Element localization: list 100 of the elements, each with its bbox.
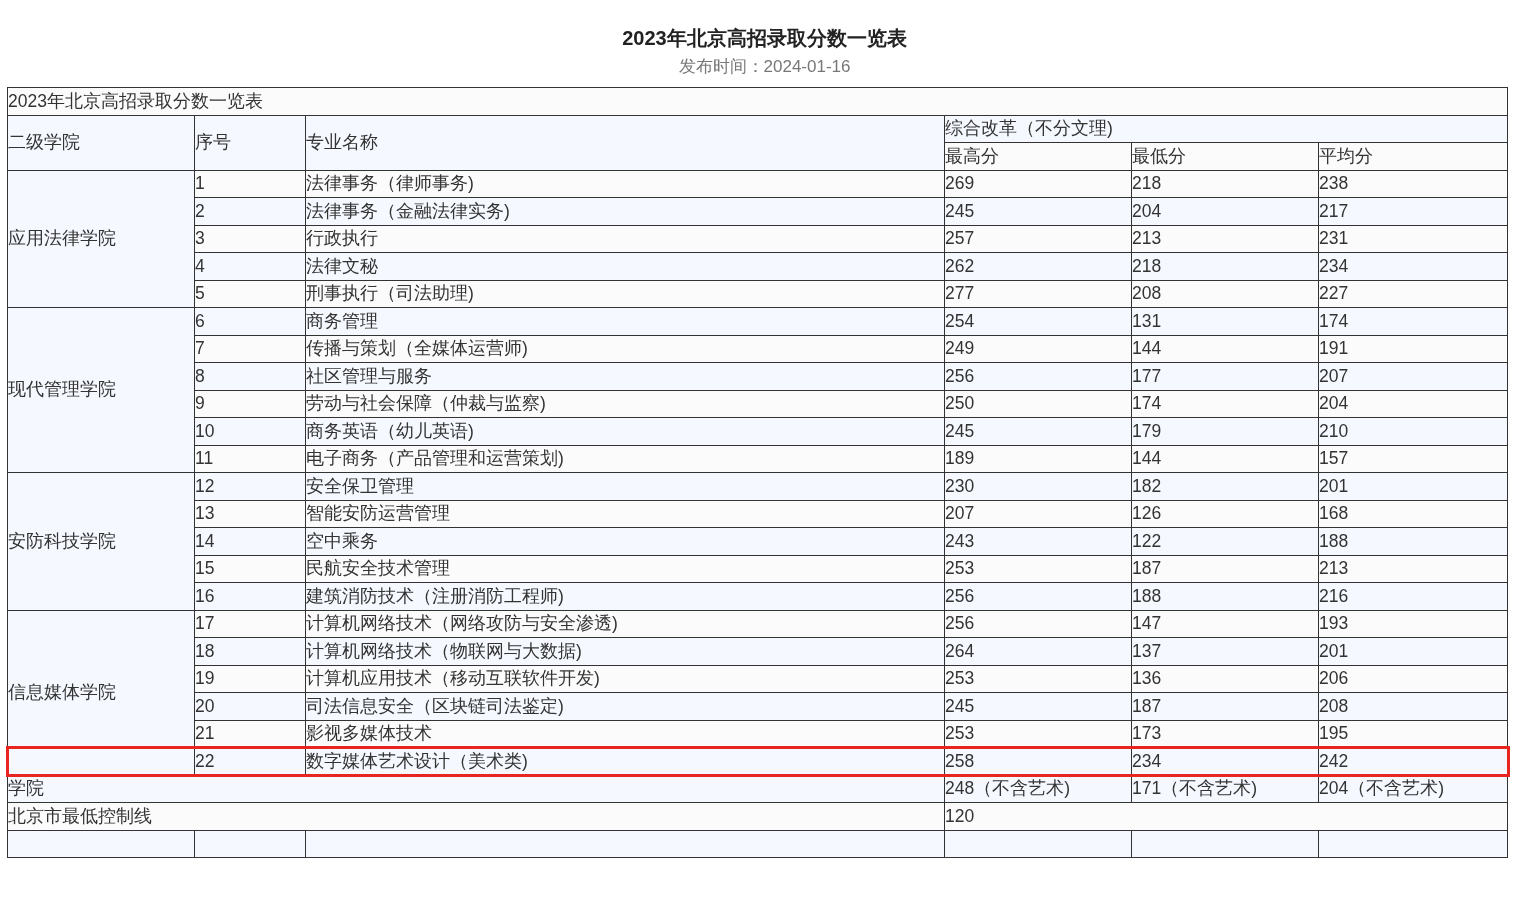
major-cell: 行政执行 — [305, 225, 945, 253]
score-cell: 204 — [1131, 197, 1319, 225]
score-cell: 207 — [1318, 362, 1508, 390]
score-cell: 231 — [1318, 225, 1508, 253]
score-cell: 201 — [1318, 472, 1508, 500]
college-cell: 安防科技学院 — [7, 472, 195, 610]
score-cell: 210 — [1318, 417, 1508, 445]
score-cell: 168 — [1318, 500, 1508, 528]
page-title: 2023年北京高招录取分数一览表 — [622, 26, 907, 51]
score-cell: 182 — [1131, 472, 1319, 500]
column-header: 平均分 — [1318, 142, 1508, 170]
score-cell: 147 — [1131, 610, 1319, 638]
major-cell: 法律事务（金融法律实务) — [305, 197, 945, 225]
score-cell: 269 — [944, 170, 1132, 198]
score-cell: 191 — [1318, 335, 1508, 363]
score-cell: 174 — [1318, 307, 1508, 335]
number-cell: 12 — [194, 472, 306, 500]
major-cell: 法律文秘 — [305, 252, 945, 280]
score-cell: 256 — [944, 582, 1132, 610]
score-cell: 249 — [944, 335, 1132, 363]
column-header: 专业名称 — [305, 115, 945, 170]
major-cell: 法律事务（律师事务) — [305, 170, 945, 198]
college-cell: 应用法律学院 — [7, 170, 195, 308]
score-cell: 217 — [1318, 197, 1508, 225]
score-cell: 238 — [1318, 170, 1508, 198]
score-cell: 243 — [944, 527, 1132, 555]
score-cell: 256 — [944, 362, 1132, 390]
score-cell: 126 — [1131, 500, 1319, 528]
score-cell: 207 — [944, 500, 1132, 528]
major-cell: 社区管理与服务 — [305, 362, 945, 390]
major-cell: 电子商务（产品管理和运营策划) — [305, 445, 945, 473]
number-cell: 19 — [194, 665, 306, 693]
score-cell: 245 — [944, 417, 1132, 445]
score-cell: 253 — [944, 665, 1132, 693]
major-cell: 数字媒体艺术设计（美术类) — [305, 747, 945, 775]
number-cell: 13 — [194, 500, 306, 528]
score-cell: 144 — [1131, 445, 1319, 473]
score-cell: 189 — [944, 445, 1132, 473]
column-header: 最高分 — [944, 142, 1132, 170]
major-cell: 司法信息安全（区块链司法鉴定) — [305, 692, 945, 720]
row-label: 北京市最低控制线 — [7, 802, 945, 830]
row-label: 学院 — [7, 775, 945, 803]
score-cell: 262 — [944, 252, 1132, 280]
score-cell: 137 — [1131, 637, 1319, 665]
number-cell: 20 — [194, 692, 306, 720]
score-cell: 122 — [1131, 527, 1319, 555]
number-cell: 17 — [194, 610, 306, 638]
score-cell: 187 — [1131, 692, 1319, 720]
score-cell: 216 — [1318, 582, 1508, 610]
score-cell: 157 — [1318, 445, 1508, 473]
score-cell: 131 — [1131, 307, 1319, 335]
college-cell: 信息媒体学院 — [7, 610, 195, 775]
score-cell: 218 — [1131, 170, 1319, 198]
major-cell: 商务管理 — [305, 307, 945, 335]
number-cell: 22 — [194, 747, 306, 775]
number-cell: 14 — [194, 527, 306, 555]
score-cell: 257 — [944, 225, 1132, 253]
major-cell: 空中乘务 — [305, 527, 945, 555]
score-cell: 250 — [944, 390, 1132, 418]
score-cell: 206 — [1318, 665, 1508, 693]
number-cell: 5 — [194, 280, 306, 308]
number-cell: 10 — [194, 417, 306, 445]
score-cell: 187 — [1131, 555, 1319, 583]
major-cell: 商务英语（幼儿英语) — [305, 417, 945, 445]
score-cell: 208 — [1131, 280, 1319, 308]
score-cell: 174 — [1131, 390, 1319, 418]
column-header: 综合改革（不分文理) — [944, 115, 1508, 143]
score-cell: 188 — [1318, 527, 1508, 555]
number-cell: 15 — [194, 555, 306, 583]
major-cell: 计算机应用技术（移动互联软件开发) — [305, 665, 945, 693]
score-cell: 258 — [944, 747, 1132, 775]
score-cell: 213 — [1131, 225, 1319, 253]
major-cell: 刑事执行（司法助理) — [305, 280, 945, 308]
score-cell: 256 — [944, 610, 1132, 638]
number-cell: 16 — [194, 582, 306, 610]
score-cell: 234 — [1318, 252, 1508, 280]
score-cell: 234 — [1131, 747, 1319, 775]
major-cell: 计算机网络技术（物联网与大数据) — [305, 637, 945, 665]
major-cell: 安全保卫管理 — [305, 472, 945, 500]
major-cell: 劳动与社会保障（仲裁与监察) — [305, 390, 945, 418]
score-cell: 179 — [1131, 417, 1319, 445]
score-cell: 264 — [944, 637, 1132, 665]
table-caption: 2023年北京高招录取分数一览表 — [7, 87, 1508, 115]
score-cell: 245 — [944, 692, 1132, 720]
score-cell: 144 — [1131, 335, 1319, 363]
column-header: 最低分 — [1131, 142, 1319, 170]
number-cell: 11 — [194, 445, 306, 473]
number-cell: 4 — [194, 252, 306, 280]
number-cell: 9 — [194, 390, 306, 418]
score-cell: 177 — [1131, 362, 1319, 390]
number-cell: 1 — [194, 170, 306, 198]
score-cell: 248（不含艺术) — [944, 775, 1132, 803]
score-cell: 253 — [944, 555, 1132, 583]
major-cell: 传播与策划（全媒体运营师) — [305, 335, 945, 363]
score-cell: 201 — [1318, 637, 1508, 665]
major-cell: 智能安防运营管理 — [305, 500, 945, 528]
score-cell: 254 — [944, 307, 1132, 335]
score-cell: 245 — [944, 197, 1132, 225]
score-cell: 208 — [1318, 692, 1508, 720]
column-header: 二级学院 — [7, 115, 195, 170]
